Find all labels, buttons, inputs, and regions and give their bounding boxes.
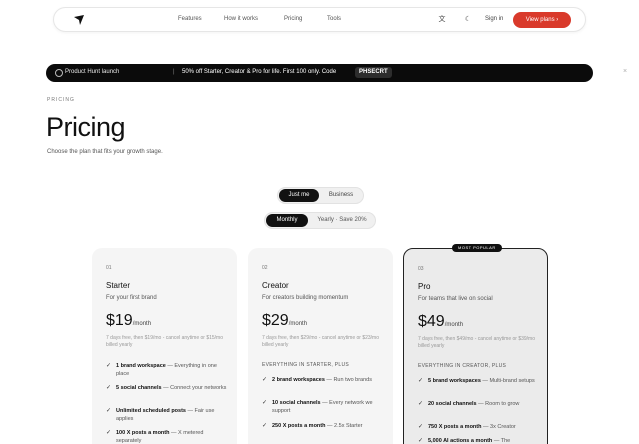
plan-name: Starter [106, 281, 131, 290]
check-icon: ✓ [418, 438, 424, 444]
price-period: /month [288, 321, 308, 327]
feature-item: ✓ 5,000 AI actions a month — The [418, 438, 511, 444]
price-amount: $49 [418, 313, 445, 330]
plan-includes-heading: EVERYTHING IN CREATOR, PLUS [418, 363, 507, 369]
check-icon: ✓ [262, 400, 268, 406]
plan-number: 02 [262, 265, 268, 271]
plan-card-pro: MOST POPULAR 03 Pro For teams that live … [403, 244, 548, 444]
plan-fine-print: 7 days free, then $29/mo - cancel anytim… [262, 335, 380, 348]
feature-item: ✓ 1 brand workspace — Everything in one p… [106, 363, 217, 377]
plan-tagline: For teams that live on social [418, 296, 493, 302]
feature-item: ✓ 10 social channels — Every network we s… [262, 400, 373, 414]
chevron-right-icon: › [556, 17, 559, 23]
check-icon: ✓ [262, 423, 268, 429]
check-icon: ✓ [418, 424, 424, 430]
price-amount: $19 [106, 312, 133, 329]
banner-text: 50% off Starter, Creator & Pro for life.… [182, 69, 337, 75]
billing-toggle: Monthly Yearly · Save 20% [264, 212, 376, 229]
tab-monthly[interactable]: Monthly [266, 214, 308, 227]
logo-icon[interactable] [73, 14, 85, 26]
feature-item: ✓ 750 X posts a month — 3x Creator [418, 424, 516, 430]
plan-tagline: For creators building momentum [262, 295, 349, 301]
check-icon: ✓ [262, 377, 268, 383]
nav-link-how-it-works[interactable]: How it works [224, 16, 258, 22]
feature-item: ✓ 5 brand workspaces — Multi-brand setups [418, 378, 535, 384]
sign-in-link[interactable]: Sign in [485, 16, 503, 22]
nav-link-tools[interactable]: Tools [327, 16, 341, 22]
view-plans-label: View plans [525, 17, 555, 23]
feature-item: ✓ 100 X posts a month — X metered separat… [106, 430, 204, 444]
page-subtitle: Choose the plan that fits your growth st… [47, 149, 163, 155]
plan-number: 01 [106, 265, 112, 271]
section-eyebrow: PRICING [47, 97, 75, 103]
check-icon: ✓ [106, 363, 112, 369]
plan-number: 03 [418, 266, 424, 272]
promo-code[interactable]: PHSECRT [355, 67, 392, 78]
plan-name: Creator [262, 281, 289, 290]
nav-link-features[interactable]: Features [178, 16, 202, 22]
price-period: /month [444, 322, 464, 328]
moon-icon[interactable]: ☾ [463, 15, 473, 25]
plan-tagline: For your first brand [106, 295, 157, 301]
feature-item: ✓ 250 X posts a month — 2.5x Starter [262, 423, 363, 429]
view-plans-button[interactable]: View plans › [513, 12, 571, 28]
tab-yearly[interactable]: Yearly · Save 20% [310, 214, 374, 227]
feature-item: ✓ 20 social channels — Room to grow [418, 401, 520, 407]
feature-item: ✓ 2 brand workspaces — Run two brands [262, 377, 372, 383]
tab-just-me[interactable]: Just me [279, 189, 319, 202]
translate-icon[interactable]: 文 [437, 15, 447, 25]
plan-price: $19/month [106, 312, 151, 330]
audience-toggle: Just me Business [277, 187, 364, 204]
feature-item: ✓ 5 social channels — Connect your networ… [106, 385, 227, 391]
top-nav: Features How it works Pricing Tools 文 ☾ … [53, 7, 586, 32]
check-icon: ✓ [418, 378, 424, 384]
banner-title: Product Hunt launch [65, 69, 120, 75]
check-icon: ✓ [106, 408, 112, 414]
page-title: Pricing [46, 112, 126, 142]
info-icon [55, 69, 63, 77]
plan-fine-print: 7 days free, then $49/mo - cancel anytim… [418, 336, 536, 349]
plan-price: $49/month [418, 313, 463, 331]
plan-includes-heading: EVERYTHING IN STARTER, PLUS [262, 362, 350, 368]
close-icon[interactable]: × [623, 68, 627, 75]
price-amount: $29 [262, 312, 289, 329]
check-icon: ✓ [106, 430, 112, 436]
check-icon: ✓ [418, 401, 424, 407]
check-icon: ✓ [106, 385, 112, 391]
feature-item: ✓ Unlimited scheduled posts — Fair use ap… [106, 408, 215, 422]
plan-price: $29/month [262, 312, 307, 330]
plan-fine-print: 7 days free, then $19/mo - cancel anytim… [106, 335, 224, 348]
price-period: /month [132, 321, 152, 327]
nav-link-pricing[interactable]: Pricing [284, 16, 302, 22]
plan-card-starter: 01 Starter For your first brand $19/mont… [92, 248, 237, 444]
plan-name: Pro [418, 282, 431, 291]
banner-separator: | [173, 69, 175, 75]
tab-business[interactable]: Business [321, 189, 361, 202]
plan-card-creator: 02 Creator For creators building momentu… [248, 248, 393, 444]
promo-banner: Product Hunt launch | 50% off Starter, C… [46, 64, 627, 82]
most-popular-badge: MOST POPULAR [452, 244, 502, 252]
